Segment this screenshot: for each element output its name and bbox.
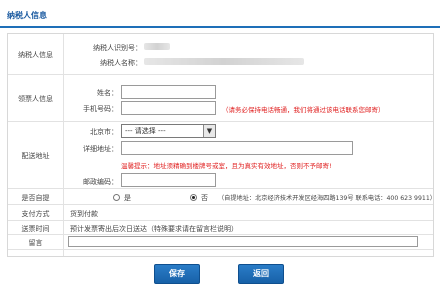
page-title: 纳税人信息	[7, 11, 47, 20]
phone-note: （请务必保持电话畅通，我们将通过该电话联系您邮寄）	[222, 106, 385, 114]
row-divider	[8, 74, 433, 75]
postcode-label: 邮政编码：	[83, 178, 118, 186]
message-input[interactable]	[68, 236, 418, 247]
detail-address-label: 详细地址：	[83, 145, 118, 153]
taxpayer-id-value	[144, 43, 170, 50]
delivery-time-value: 预计发票寄出后次日送达（特殊要求请在留言栏说明）	[70, 225, 238, 233]
pickup-no-radio[interactable]	[190, 194, 197, 201]
taxpayer-name-value	[144, 58, 304, 65]
delivery-time-label: 送票时间	[21, 225, 50, 233]
recipient-phone-label: 手机号码：	[83, 105, 118, 113]
city-select-value: --- 请选择 ---	[125, 127, 166, 135]
taxpayer-id-label: 纳税人识别号：	[93, 44, 142, 52]
recipient-name-label: 姓名：	[97, 89, 118, 97]
taxpayer-section-label: 纳税人信息	[18, 51, 53, 59]
recipient-name-input[interactable]	[121, 85, 216, 99]
pickup-label: 是否自提	[21, 194, 50, 202]
address-warning: 温馨提示：地址须精确到楼牌号或室，且为真实有效地址，否则不予邮寄!	[121, 162, 332, 170]
delivery-section-label: 配送地址	[21, 152, 50, 160]
payment-label: 支付方式	[21, 210, 50, 218]
row-divider	[8, 188, 433, 189]
back-button[interactable]: 返回	[238, 264, 284, 284]
row-divider	[8, 220, 433, 221]
message-label: 留言	[28, 239, 43, 247]
row-divider	[8, 234, 433, 235]
pickup-yes-radio[interactable]	[113, 194, 120, 201]
pickup-no-label: 否	[201, 194, 208, 202]
row-divider	[8, 204, 433, 205]
city-label: 北京市：	[90, 128, 118, 136]
payment-value: 货到付款	[70, 210, 98, 218]
column-divider	[63, 34, 64, 256]
save-button[interactable]: 保存	[154, 264, 200, 284]
postcode-input[interactable]	[121, 173, 216, 187]
row-divider	[8, 121, 433, 122]
detail-address-input[interactable]	[121, 141, 353, 155]
row-divider	[8, 249, 433, 250]
pickup-yes-label: 是	[124, 194, 131, 202]
city-select[interactable]: --- 请选择 --- ▼	[121, 124, 216, 138]
pickup-address-note: （自提地址：北京经济技术开发区经海四路139号 联系电话：400 623 991…	[218, 195, 436, 202]
recipient-section-label: 领票人信息	[18, 95, 53, 103]
recipient-phone-input[interactable]	[121, 101, 216, 115]
header-divider	[0, 26, 440, 28]
taxpayer-name-label: 纳税人名称：	[100, 59, 142, 67]
form-panel: 纳税人信息 纳税人识别号： 纳税人名称： 领票人信息 姓名： 手机号码： （请务…	[7, 33, 436, 257]
page-header: 纳税人信息	[0, 0, 440, 28]
chevron-down-icon: ▼	[203, 125, 215, 137]
